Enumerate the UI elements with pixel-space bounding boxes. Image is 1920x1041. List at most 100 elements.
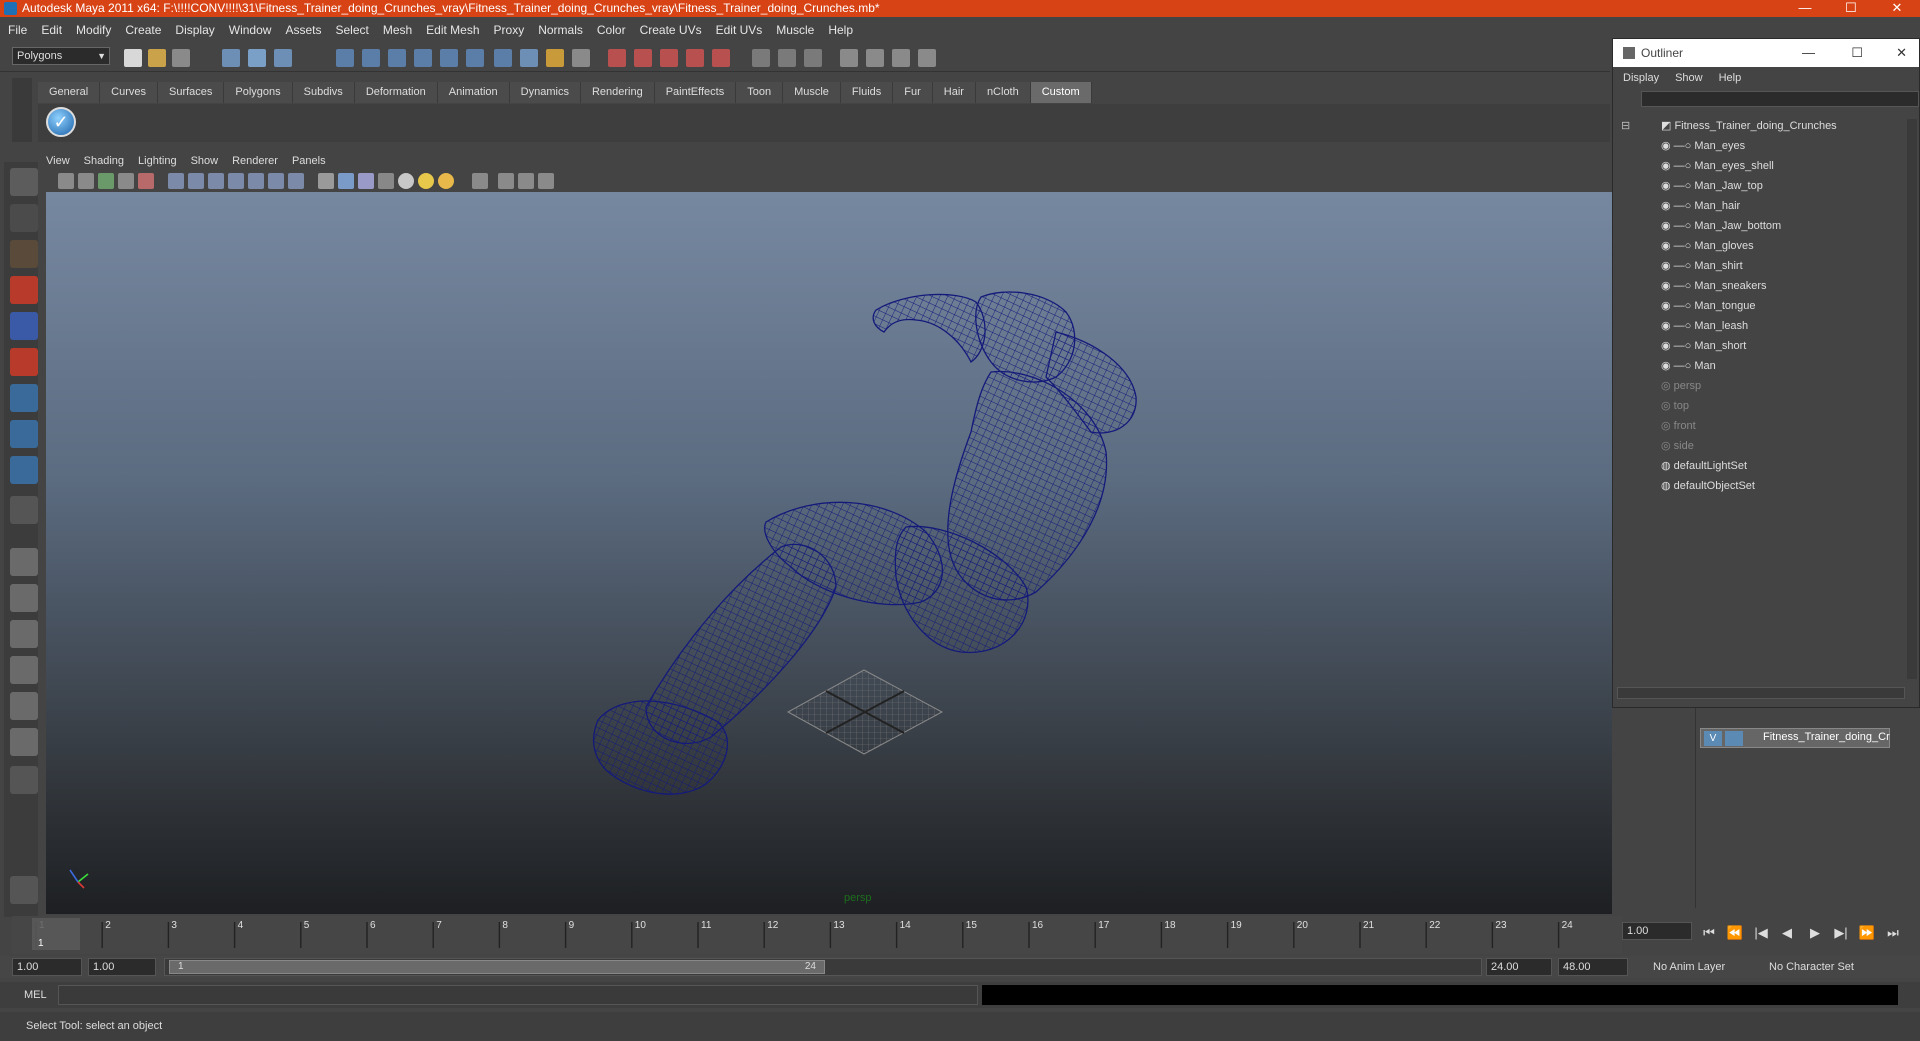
outliner-item-man-sneakers[interactable]: ◉ —○ Man_sneakers — [1661, 277, 1767, 295]
anim-layer-selector[interactable]: No Anim Layer — [1648, 958, 1758, 976]
outliner-item-top[interactable]: ◎ top — [1661, 397, 1689, 415]
menu-modify[interactable]: Modify — [76, 23, 111, 37]
range-slider[interactable]: 1 24 — [164, 958, 1482, 976]
bookmark-icon[interactable] — [98, 173, 114, 189]
display-layer-row[interactable]: V Fitness_Trainer_doing_Cr — [1700, 728, 1890, 748]
close-button[interactable]: ✕ — [1896, 39, 1907, 67]
default-lighting-icon[interactable] — [398, 173, 414, 189]
select-by-object-icon[interactable] — [248, 49, 266, 67]
select-by-component-icon[interactable] — [274, 49, 292, 67]
layer-editor-toggle-icon[interactable] — [892, 49, 910, 67]
snap-plane-icon[interactable] — [414, 49, 432, 67]
close-button[interactable]: ✕ — [1874, 0, 1920, 17]
rotate-tool-icon[interactable] — [10, 312, 38, 340]
minimize-button[interactable]: — — [1802, 39, 1815, 67]
four-pane-layout-icon[interactable] — [10, 584, 38, 612]
textured-icon[interactable] — [378, 173, 394, 189]
single-pane-layout-icon[interactable] — [10, 548, 38, 576]
outliner-menu-display[interactable]: Display — [1623, 72, 1659, 84]
snap-grid-icon[interactable] — [336, 49, 354, 67]
checkmark-icon[interactable]: ✓ — [46, 107, 76, 137]
shelf-tab-fluids[interactable]: Fluids — [840, 82, 894, 103]
two-d-pan-zoom-icon[interactable] — [138, 173, 154, 189]
maximize-button[interactable]: ☐ — [1851, 39, 1863, 67]
scale-tool-icon[interactable] — [10, 348, 38, 376]
maximize-button[interactable]: ☐ — [1828, 0, 1874, 17]
outliner-item-man-jaw-top[interactable]: ◉ —○ Man_Jaw_top — [1661, 177, 1763, 195]
grid-toggle-icon[interactable] — [168, 173, 184, 189]
lasso-tool-icon[interactable] — [10, 204, 38, 232]
step-forward-key-button[interactable]: ⏩ — [1858, 924, 1876, 942]
shelf-tab-toon[interactable]: Toon — [736, 82, 784, 103]
move-tool-icon[interactable] — [10, 276, 38, 304]
menu-edit-uvs[interactable]: Edit UVs — [716, 23, 763, 37]
step-forward-frame-button[interactable]: ▶| — [1832, 924, 1850, 942]
panel-menu-lighting[interactable]: Lighting — [138, 155, 177, 167]
menu-mesh[interactable]: Mesh — [383, 23, 412, 37]
layout-dropdown-icon[interactable] — [10, 766, 38, 794]
last-tool-icon[interactable] — [10, 496, 38, 524]
panel-menu-show[interactable]: Show — [191, 155, 219, 167]
time-slider[interactable]: 1234567891011121314151617181920212223241 — [12, 916, 1622, 954]
mode-selector[interactable]: Polygons ▼ — [12, 47, 110, 65]
wireframe-icon[interactable] — [318, 173, 334, 189]
step-back-frame-button[interactable]: |◀ — [1752, 924, 1770, 942]
playback-start-field[interactable]: 1.00 — [88, 958, 156, 976]
isolate-select-icon[interactable] — [472, 173, 488, 189]
film-gate-icon[interactable] — [188, 173, 204, 189]
play-forwards-button[interactable]: ▶ — [1806, 924, 1824, 942]
save-scene-icon[interactable] — [172, 49, 190, 67]
menu-proxy[interactable]: Proxy — [494, 23, 525, 37]
safe-title-icon[interactable] — [288, 173, 304, 189]
quick-select-icon[interactable] — [778, 49, 796, 67]
camera-attributes-icon[interactable] — [78, 173, 94, 189]
layer-visibility-toggle[interactable]: V — [1704, 731, 1722, 746]
tool-settings-toggle-icon[interactable] — [866, 49, 884, 67]
panel-menu-view[interactable]: View — [46, 155, 70, 167]
soft-modification-icon[interactable] — [10, 420, 38, 448]
channel-box-toggle-icon[interactable] — [804, 49, 822, 67]
panel-menu-shading[interactable]: Shading — [84, 155, 124, 167]
mel-command-input[interactable] — [58, 985, 978, 1005]
shelf-tab-hair[interactable]: Hair — [932, 82, 976, 103]
render-settings-icon[interactable] — [686, 49, 704, 67]
outliner-item-side[interactable]: ◎ side — [1661, 437, 1694, 455]
menu-edit[interactable]: Edit — [41, 23, 62, 37]
outliner-root-item[interactable]: ◩ Fitness_Trainer_doing_Crunches — [1661, 117, 1837, 135]
paint-select-tool-icon[interactable] — [10, 240, 38, 268]
graph-editor-layout-icon[interactable] — [10, 656, 38, 684]
select-tool-icon[interactable] — [10, 168, 38, 196]
outliner-horizontal-scrollbar[interactable] — [1617, 687, 1905, 699]
menu-window[interactable]: Window — [229, 23, 272, 37]
outliner-item-default-object-set[interactable]: ◍ defaultObjectSet — [1661, 477, 1755, 495]
menu-file[interactable]: File — [8, 23, 27, 37]
outliner-item-persp[interactable]: ◎ persp — [1661, 377, 1701, 395]
polygon-mode-icon[interactable] — [10, 876, 38, 904]
go-to-start-button[interactable]: ⏮ — [1700, 924, 1718, 942]
new-scene-icon[interactable] — [124, 49, 142, 67]
outliner-item-man-hair[interactable]: ◉ —○ Man_hair — [1661, 197, 1740, 215]
shelf-tab-deformation[interactable]: Deformation — [354, 82, 438, 103]
attribute-editor-toggle-icon[interactable] — [840, 49, 858, 67]
universal-manipulator-icon[interactable] — [10, 384, 38, 412]
shelf-tab-fur[interactable]: Fur — [893, 82, 933, 103]
shadows-icon[interactable] — [438, 173, 454, 189]
menu-create-uvs[interactable]: Create UVs — [640, 23, 702, 37]
outliner-item-man-shirt[interactable]: ◉ —○ Man_shirt — [1661, 257, 1743, 275]
outliner-item-man-eyes[interactable]: ◉ —○ Man_eyes — [1661, 137, 1745, 155]
current-time-field[interactable]: 1.00 — [1622, 922, 1692, 940]
share-icon[interactable] — [538, 173, 554, 189]
resolution-gate-icon[interactable] — [208, 173, 224, 189]
menu-muscle[interactable]: Muscle — [776, 23, 814, 37]
menu-normals[interactable]: Normals — [538, 23, 583, 37]
outliner-menu-help[interactable]: Help — [1719, 72, 1742, 84]
field-chart-icon[interactable] — [248, 173, 264, 189]
outliner-item-man[interactable]: ◉ —○ Man — [1661, 357, 1716, 375]
play-backwards-button[interactable]: ◀ — [1778, 924, 1796, 942]
backface-icon[interactable] — [518, 173, 534, 189]
snap-curve-icon[interactable] — [362, 49, 380, 67]
panel-menu-renderer[interactable]: Renderer — [232, 155, 278, 167]
ipr-render-icon[interactable] — [660, 49, 678, 67]
menu-help[interactable]: Help — [828, 23, 853, 37]
shelf-tab-surfaces[interactable]: Surfaces — [157, 82, 225, 103]
